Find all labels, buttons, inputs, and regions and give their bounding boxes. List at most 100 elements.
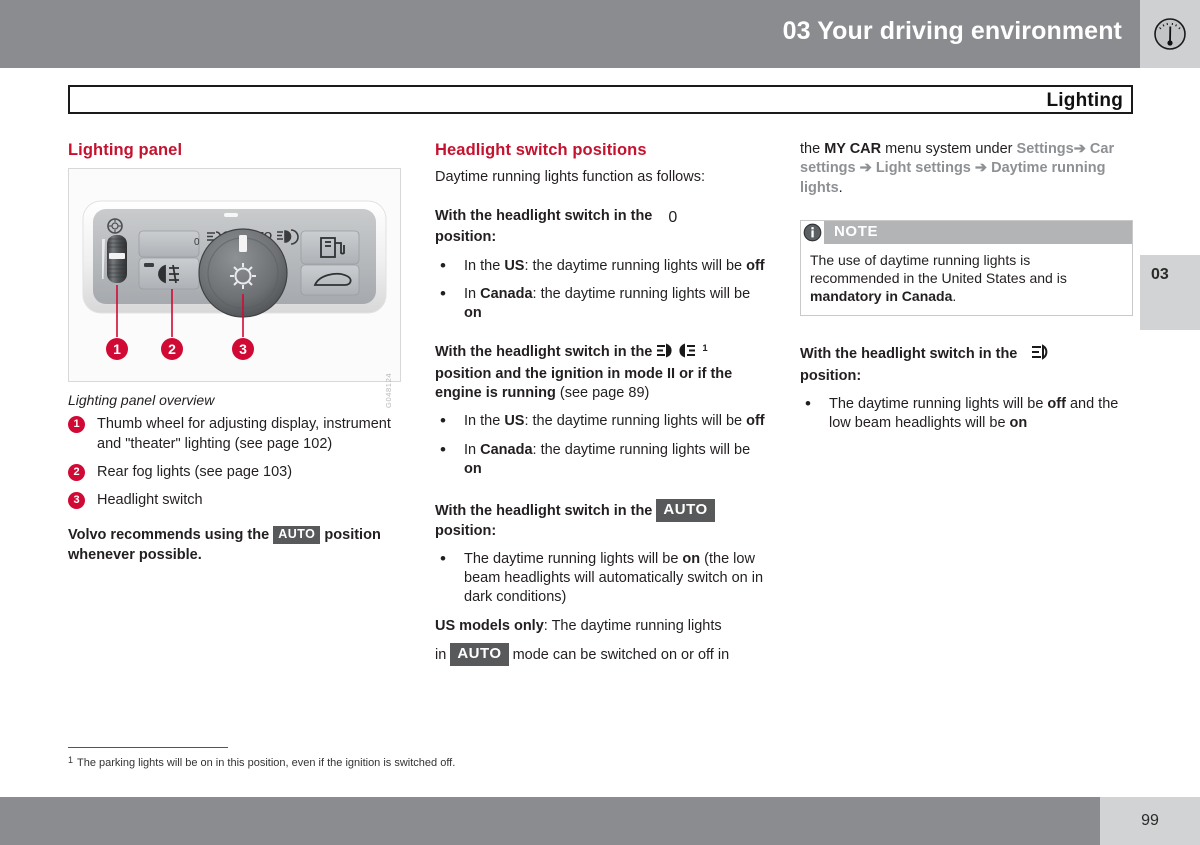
bullet-bold-state: on: [682, 550, 701, 567]
sentence-period: .: [838, 179, 843, 196]
list-item: In the US: the daytime running lights wi…: [435, 410, 768, 433]
block-heading-auto: With the headlight switch in the AUTO pos…: [435, 499, 768, 541]
note-text-bold: mandatory in Canada: [810, 288, 953, 305]
block3-prefix: With the headlight switch in the: [435, 503, 657, 520]
us-models-text: : The daytime running lights: [543, 617, 722, 634]
manual-page: 03 Your driving environment Lighting 03 …: [0, 0, 1200, 845]
bullet-list-parking: In the US: the daytime running lights wi…: [435, 410, 768, 480]
callout-text-2: Rear fog lights (see page 103): [97, 463, 293, 480]
bullet-prefix: In the: [464, 257, 505, 274]
list-item: The daytime running lights will be on (t…: [435, 548, 768, 608]
block-heading-low-beam: With the headlight switch in the positio…: [800, 344, 1133, 386]
note-text-suffix: .: [952, 288, 957, 305]
continuation-mid: menu system under: [881, 141, 1017, 157]
us-models-cont-suffix: mode can be switched on or off in: [508, 647, 730, 664]
block2-prefix: With the headlight switch in the: [435, 344, 657, 361]
us-models-label: US models only: [435, 617, 544, 634]
right-column: the MY CAR menu system under Settings➔ C…: [800, 140, 1133, 443]
block-heading-parking: With the headlight switch in the 1 positi…: [435, 343, 768, 403]
list-item: 2 Rear fog lights (see page 103): [68, 463, 401, 482]
arrow-icon: ➔: [1073, 141, 1086, 157]
breadcrumb-settings: Settings: [1016, 141, 1074, 157]
volvo-recommendation: Volvo recommends using the AUTO position…: [68, 526, 401, 565]
footnote-text: The parking lights will be on in this po…: [77, 757, 456, 769]
callout-text-1: Thumb wheel for adjusting display, instr…: [97, 416, 391, 452]
note-header: NOTE: [801, 220, 1132, 244]
bullet-mid: : the daytime running lights will be: [524, 413, 747, 430]
continuation-prefix: the: [800, 141, 825, 157]
us-models-note: US models only: The daytime running ligh…: [435, 617, 768, 636]
bullet-prefix: The daytime running lights will be: [829, 395, 1048, 412]
arrow-icon: ➔: [974, 160, 988, 177]
footnote-marker: 1: [68, 755, 74, 765]
list-item: In Canada: the daytime running lights wi…: [435, 439, 768, 480]
bullet-mid: : the daytime running lights will be: [524, 257, 747, 274]
svg-text:2: 2: [168, 341, 176, 357]
us-models-cont-prefix: in: [435, 647, 451, 664]
chapter-tab: 03: [1140, 255, 1200, 330]
callout-marker-3: 3: [68, 492, 85, 510]
footnote-divider: [68, 747, 228, 748]
bullet-prefix: In the: [464, 413, 505, 430]
bullet-bold-region: US: [504, 413, 525, 430]
bullet-bold-region: Canada: [480, 285, 533, 302]
note-title: NOTE: [834, 223, 879, 241]
svg-text:1: 1: [113, 341, 121, 357]
bullet-bold-region: US: [504, 257, 525, 274]
bullet-mid: : the daytime running lights will be: [532, 285, 751, 302]
block2-tail: (see page 89): [555, 385, 650, 401]
footnote-marker: 1: [702, 343, 708, 355]
section-title-headlight-switch-positions: Headlight switch positions: [435, 141, 647, 159]
bullet-prefix: In: [464, 285, 481, 302]
breadcrumb-light-settings: Light settings: [875, 160, 971, 177]
note-body: The use of daytime running lights is rec…: [801, 244, 1132, 316]
left-column: Lighting panel 0 1 2 3 G048124 Lighting …: [68, 140, 401, 565]
bullet-list-auto: The daytime running lights will be on (t…: [435, 548, 768, 608]
running-head-label: Lighting: [1046, 90, 1123, 111]
callout-list: 1 Thumb wheel for adjusting display, ins…: [68, 415, 401, 510]
note-box: NOTE The use of daytime running lights i…: [800, 219, 1133, 317]
bullet-bold-state: off: [746, 413, 765, 430]
figure-watermark: G048124: [384, 372, 394, 408]
callout-marker-1: 1: [68, 416, 85, 434]
bullet-bold-state: on: [1009, 415, 1028, 432]
svg-text:0: 0: [194, 237, 200, 248]
page-number-box: 99: [1100, 797, 1200, 845]
bullet-bold-state: on: [464, 305, 482, 322]
svg-text:3: 3: [239, 341, 247, 357]
middle-column: Headlight switch positions Daytime runni…: [435, 140, 768, 670]
lowbeam-prefix: With the headlight switch in the: [800, 346, 1022, 363]
bullet-prefix: In: [464, 441, 481, 458]
bullet-bold-state: off: [1047, 395, 1066, 412]
block3-suffix: position:: [435, 522, 497, 539]
lowbeam-suffix: position:: [800, 367, 862, 384]
us-models-continuation: in AUTO mode can be switched on or off i…: [435, 643, 768, 666]
figure-caption: Lighting panel overview: [68, 391, 215, 408]
zero-position-symbol: 0: [668, 209, 678, 227]
callout-marker-2: 2: [68, 463, 85, 481]
auto-badge: AUTO: [450, 643, 509, 666]
bullet-bold-state: off: [746, 257, 765, 274]
list-item: In Canada: the daytime running lights wi…: [435, 283, 768, 324]
list-item: 3 Headlight switch: [68, 491, 401, 510]
low-beam-headlight-symbol: [1021, 344, 1061, 366]
header-icon-container: [1140, 0, 1200, 68]
running-head-bar: Lighting: [68, 85, 1133, 114]
block-heading-zero: With the headlight switch in the 0 positi…: [435, 207, 768, 248]
auto-badge: AUTO: [656, 499, 715, 522]
chapter-tab-number: 03: [1151, 266, 1169, 283]
bullet-bold-state: on: [464, 460, 482, 477]
middle-lead-text: Daytime running lights function as follo…: [435, 168, 705, 185]
block1-suffix: position:: [435, 229, 497, 246]
footer-band: [0, 797, 1100, 845]
callout-text-3: Headlight switch: [97, 492, 203, 509]
footnote: 1 The parking lights will be on in this p…: [68, 755, 455, 770]
gauge-icon: [1150, 14, 1190, 54]
my-car-label: MY CAR: [824, 141, 882, 157]
list-item: The daytime running lights will be off a…: [800, 393, 1133, 434]
page-title: 03 Your driving environment: [782, 17, 1122, 45]
info-icon: [801, 220, 824, 244]
bullet-list-low-beam: The daytime running lights will be off a…: [800, 393, 1133, 434]
list-item: In the US: the daytime running lights wi…: [435, 255, 768, 278]
note-text-prefix: The use of daytime running lights is rec…: [810, 251, 1067, 287]
